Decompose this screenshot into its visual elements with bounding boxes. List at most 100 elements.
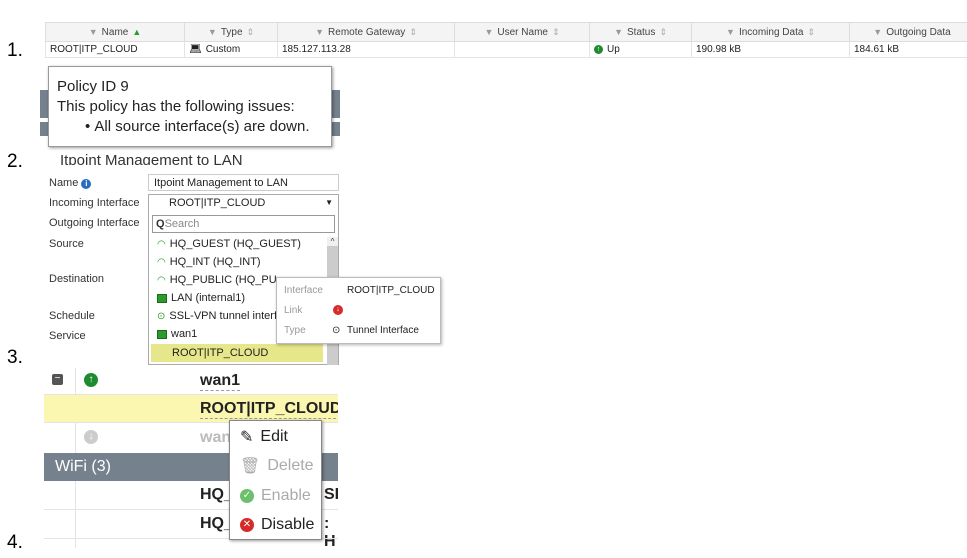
filter-icon: ▼	[873, 27, 883, 37]
cell-incoming: 190.98 kB	[696, 44, 742, 55]
policy-list-background: Itpoint Management to LAN Policy ID 9 Th…	[40, 60, 340, 165]
option-ssl-vpn[interactable]: ⊙ SSL-VPN tunnel interfa	[152, 307, 277, 325]
tooltip-issue: All source interface(s) are down.	[94, 118, 310, 135]
schedule-label: Schedule	[49, 310, 95, 322]
tree-item-tail: SII	[324, 486, 338, 503]
sort-icon: ⇕	[551, 26, 560, 37]
sort-icon: ⇕	[409, 26, 417, 37]
trash-icon: 🗑︎	[240, 458, 261, 476]
name-input[interactable]: Itpoint Management to LAN	[148, 174, 339, 191]
search-icon: Q	[156, 218, 165, 230]
header-label: Type	[220, 26, 243, 38]
option-label: SSL-VPN tunnel interfa	[169, 310, 277, 322]
header-label: Status	[627, 26, 656, 38]
column-header-incoming[interactable]: ▼ Incoming Data ⇕	[692, 22, 850, 42]
filter-icon: ▼	[207, 27, 217, 37]
column-header-outgoing[interactable]: ▼ Outgoing Data	[850, 22, 967, 42]
menu-item-edit[interactable]: ✎ Edit	[230, 422, 321, 452]
destination-label: Destination	[49, 273, 105, 285]
port-icon	[157, 293, 167, 303]
sort-icon: ⇕	[807, 26, 815, 37]
menu-item-delete[interactable]: 🗑︎ Delete	[230, 452, 321, 482]
step-label: 1.	[7, 40, 23, 61]
sort-icon: ⇕	[246, 26, 255, 37]
cell-status: Up	[607, 44, 620, 55]
cell-remote-gateway: 185.127.113.28	[282, 44, 351, 55]
option-label: LAN (internal1)	[171, 292, 245, 304]
tree-item-hq[interactable]: HQ_	[200, 486, 233, 504]
column-header-user-name[interactable]: ▼ User Name ⇕	[455, 22, 590, 42]
option-label: HQ_PUBLIC (HQ_PUB	[169, 274, 277, 286]
policy-name-behind: Itpoint Management to LAN	[60, 152, 243, 165]
step-label: 2.	[7, 151, 23, 172]
status-down-icon: ↓	[84, 430, 98, 444]
option-label: HQ_INT (HQ_INT)	[169, 256, 261, 268]
column-header-type[interactable]: ▼ Type ⇕	[185, 22, 278, 42]
filter-icon: ▼	[484, 27, 494, 37]
filter-icon: ▼	[88, 27, 98, 37]
column-header-remote-gateway[interactable]: ▼ Remote Gateway ⇕	[278, 22, 455, 42]
menu-label: Disable	[261, 516, 315, 534]
header-label: Name	[101, 26, 129, 38]
step-label: 4.	[7, 532, 23, 553]
tree-item-hq[interactable]: HQ_	[200, 515, 233, 533]
popup-interface-label: Interface	[284, 285, 323, 296]
sort-icon: ⇕	[659, 26, 667, 37]
header-label: Remote Gateway	[328, 26, 406, 38]
cell-name: ROOT|ITP_CLOUD	[50, 44, 138, 55]
popup-type-label: Type	[284, 325, 306, 336]
popup-interface-value: ROOT|ITP_CLOUD	[347, 285, 435, 296]
search-placeholder: Search	[164, 218, 200, 230]
port-icon	[157, 329, 167, 339]
option-hq-public[interactable]: ◠ HQ_PUBLIC (HQ_PUB	[152, 271, 277, 289]
menu-label: Enable	[261, 486, 311, 504]
tooltip-title: Policy ID 9	[57, 78, 129, 95]
link-down-icon: ↓	[333, 305, 343, 315]
menu-label: Edit	[260, 427, 288, 445]
wifi-icon: ◠	[157, 256, 166, 268]
pencil-icon: ✎	[240, 428, 254, 446]
header-label: Incoming Data	[738, 26, 804, 38]
option-hq-int[interactable]: ◠ HQ_INT (HQ_INT)	[152, 253, 324, 271]
laptop-icon: 💻︎	[189, 44, 202, 55]
menu-item-enable[interactable]: ✓ Enable	[230, 481, 321, 511]
header-label: Outgoing Data	[886, 26, 951, 38]
scroll-up-icon[interactable]: ^	[327, 237, 338, 246]
option-label: ROOT|ITP_CLOUD	[172, 347, 269, 359]
source-label: Source	[49, 238, 84, 250]
option-hq-guest[interactable]: ◠ HQ_GUEST (HQ_GUEST)	[152, 235, 324, 253]
status-up-icon: ↑	[594, 45, 603, 54]
bullet-icon: •	[85, 118, 95, 135]
tree-item-root-itp-cloud[interactable]: ROOT|ITP_CLOUD	[200, 400, 338, 419]
sort-asc-icon: ▲	[132, 27, 142, 37]
step-label: 3.	[7, 347, 23, 368]
option-label: wan1	[171, 328, 198, 340]
selected-value: ROOT|ITP_CLOUD	[169, 197, 266, 209]
filter-icon: ▼	[315, 27, 325, 37]
tree-item-wan1[interactable]: wan1	[200, 372, 241, 391]
popup-type-value: Tunnel Interface	[347, 325, 419, 336]
tree-item-wan[interactable]: wan	[200, 429, 231, 447]
tooltip-message: This policy has the following issues:	[57, 98, 295, 115]
menu-label: Delete	[267, 457, 314, 475]
chevron-down-icon[interactable]: ▼	[325, 198, 333, 207]
column-header-name[interactable]: ▼ Name ▲	[45, 22, 185, 42]
outgoing-interface-label: Outgoing Interface	[49, 217, 140, 229]
tunnel-icon: ⊙	[332, 325, 341, 336]
wifi-icon: ◠	[157, 274, 166, 286]
option-root-itp-cloud[interactable]: ROOT|ITP_CLOUD	[151, 344, 323, 362]
interface-info-popup: Interface ROOT|ITP_CLOUD Link ↓ Type ⊙ T…	[276, 277, 441, 344]
filter-icon: ▼	[726, 27, 735, 37]
search-input[interactable]: Q Search	[152, 215, 335, 233]
header-label: User Name	[497, 26, 548, 38]
incoming-interface-label: Incoming Interface	[49, 197, 140, 209]
collapse-icon[interactable]: −	[52, 374, 63, 385]
filter-icon: ▼	[614, 27, 623, 37]
menu-item-disable[interactable]: ✕ Disable	[230, 511, 321, 541]
wifi-icon: ◠	[157, 238, 166, 250]
info-icon: i	[81, 179, 92, 189]
option-label: HQ_GUEST (HQ_GUEST)	[169, 238, 301, 250]
cell-type: Custom	[205, 44, 241, 55]
context-menu: ✎ Edit 🗑︎ Delete ✓ Enable ✕ Disable	[229, 420, 322, 540]
column-header-status[interactable]: ▼ Status ⇕	[590, 22, 692, 42]
